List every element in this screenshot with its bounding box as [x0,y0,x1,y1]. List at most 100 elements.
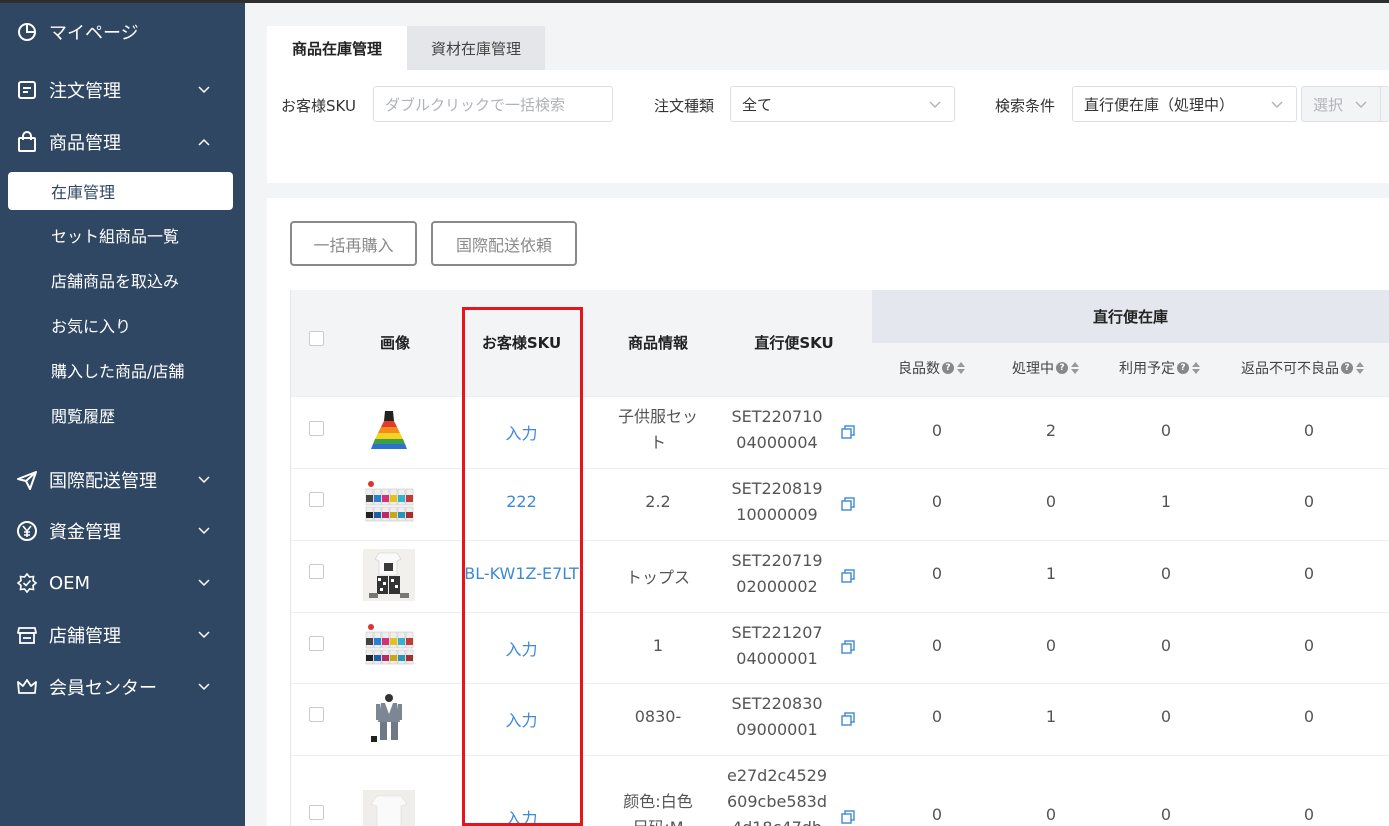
product-thumbnail[interactable] [363,405,415,457]
product-thumbnail[interactable] [363,790,415,826]
chevron-down-icon [196,472,212,488]
direct-sku-line: 09000001 [736,720,818,739]
row-checkbox[interactable] [309,564,324,579]
product-thumbnail[interactable] [363,692,415,744]
sidebar-item-oem[interactable]: OEM [0,563,245,603]
direct-sku-line: SET220719 [731,551,823,570]
chevron-down-icon [196,523,212,539]
sort-icon[interactable] [957,361,965,375]
header-planned[interactable]: 利用予定 ? [1119,358,1200,378]
copy-icon[interactable] [841,569,855,583]
sort-icon[interactable] [1356,361,1364,375]
good-qty: 0 [931,636,943,655]
sidebar-subitem-import-store[interactable]: 店舗商品を取込み [8,261,233,299]
chevron-down-icon [928,97,942,115]
order-type-label: 注文種類 [654,97,715,115]
condition-label: 検索条件 [995,97,1056,115]
direct-sku: e27d2c4529 609cbe583d 4d18c47db [721,763,833,826]
processing-qty: 1 [1045,564,1057,583]
sidebar-item-intl-shipping[interactable]: 国際配送管理 [0,460,245,500]
tab-material-inventory[interactable]: 資材在庫管理 [407,26,545,70]
sidebar-item-label: 商品管理 [49,133,121,154]
sidebar-item-funds[interactable]: 資金管理 [0,511,245,551]
sidebar-item-label: マイページ [49,23,139,44]
condition-select[interactable]: 直行便在庫（処理中） [1072,86,1297,122]
secondary-select[interactable]: 選択 [1301,86,1389,122]
processing-qty: 0 [1045,492,1057,511]
good-qty: 0 [931,421,943,440]
sidebar-item-label: 資金管理 [49,522,121,543]
sidebar-subitem-set-products[interactable]: セット組商品一覧 [8,216,233,254]
help-icon[interactable]: ? [942,362,954,374]
direct-sku-line: 4d18c47db [721,815,833,826]
chevron-down-icon [196,82,212,98]
sidebar-item-mypage[interactable]: マイページ [0,12,245,52]
oem-badge-icon [16,572,38,594]
planned-qty: 1 [1160,492,1172,511]
product-thumbnail[interactable] [363,620,415,672]
row-divider [291,612,1389,613]
bulk-rebuy-button[interactable]: 一括再購入 [290,221,417,266]
row-divider [291,755,1389,756]
direct-sku-line: 02000002 [736,577,818,596]
intl-shipping-request-button[interactable]: 国際配送依頼 [431,221,577,266]
header-returned-defective-label: 返品不可不良品 [1241,361,1339,377]
direct-sku-line: 609cbe583d [726,792,828,811]
help-icon[interactable]: ? [1177,362,1189,374]
header-processing[interactable]: 処理中 ? [1012,358,1079,378]
select-all-checkbox[interactable] [309,331,324,346]
sidebar-item-label: 国際配送管理 [49,471,157,492]
product-info-line: ト [649,433,666,452]
header-returned-defective[interactable]: 返品不可不良品 ? [1241,358,1364,378]
shopping-bag-icon [16,131,38,153]
defective-qty: 0 [1303,805,1315,824]
row-checkbox[interactable] [309,636,324,651]
copy-icon[interactable] [841,640,855,654]
highlight-box [462,307,583,826]
sidebar-item-label: 会員センター [49,678,157,699]
sidebar-item-orders[interactable]: 注文管理 [0,70,245,110]
good-qty: 0 [931,492,943,511]
copy-icon[interactable] [841,497,855,511]
good-qty: 0 [931,564,943,583]
product-thumbnail[interactable] [363,549,415,601]
sidebar-subitem-purchased[interactable]: 購入した商品/店舗 [8,351,233,389]
sort-icon[interactable] [1071,361,1079,375]
defective-qty: 0 [1303,636,1315,655]
sidebar-subitem-history[interactable]: 閲覧履歴 [8,396,233,434]
sku-search-input[interactable]: ダブルクリックで一括検索 [373,86,613,122]
row-checkbox[interactable] [309,492,324,507]
sku-filter-label: お客様SKU [281,97,356,115]
row-divider [291,683,1389,684]
sidebar-item-member-center[interactable]: 会員センター [0,667,245,707]
direct-sku: SET220830 09000001 [726,691,828,743]
sidebar-subitem-favorites[interactable]: お気に入り [8,306,233,344]
help-icon[interactable]: ? [1341,362,1353,374]
product-info-line: 子供服セッ [617,407,698,426]
sidebar-item-stores[interactable]: 店舗管理 [0,615,245,655]
tab-product-inventory[interactable]: 商品在庫管理 [267,26,407,70]
sort-icon[interactable] [1192,361,1200,375]
row-checkbox[interactable] [309,805,324,820]
secondary-select-value: 選択 [1313,95,1344,114]
direct-sku-line: SET220819 [731,479,823,498]
row-checkbox[interactable] [309,707,324,722]
order-type-select[interactable]: 全て [730,86,955,122]
planned-qty: 0 [1160,636,1172,655]
product-thumbnail[interactable] [363,477,415,529]
sidebar-item-products[interactable]: 商品管理 [0,122,245,162]
product-info: 颜色:白色 尺码:M [600,789,716,826]
paper-plane-icon [16,469,38,491]
header-planned-label: 利用予定 [1119,361,1175,377]
sidebar-subitem-inventory[interactable]: 在庫管理 [8,172,233,210]
copy-icon[interactable] [841,810,855,824]
copy-icon[interactable] [841,712,855,726]
product-info: 子供服セッ ト [600,404,716,456]
help-icon[interactable]: ? [1056,362,1068,374]
direct-sku: SET220819 10000009 [726,476,828,528]
table-border [290,290,291,826]
sidebar-subitem-label: セット組商品一覧 [51,227,180,246]
row-checkbox[interactable] [309,421,324,436]
copy-icon[interactable] [841,425,855,439]
header-good-qty[interactable]: 良品数 ? [898,358,965,378]
